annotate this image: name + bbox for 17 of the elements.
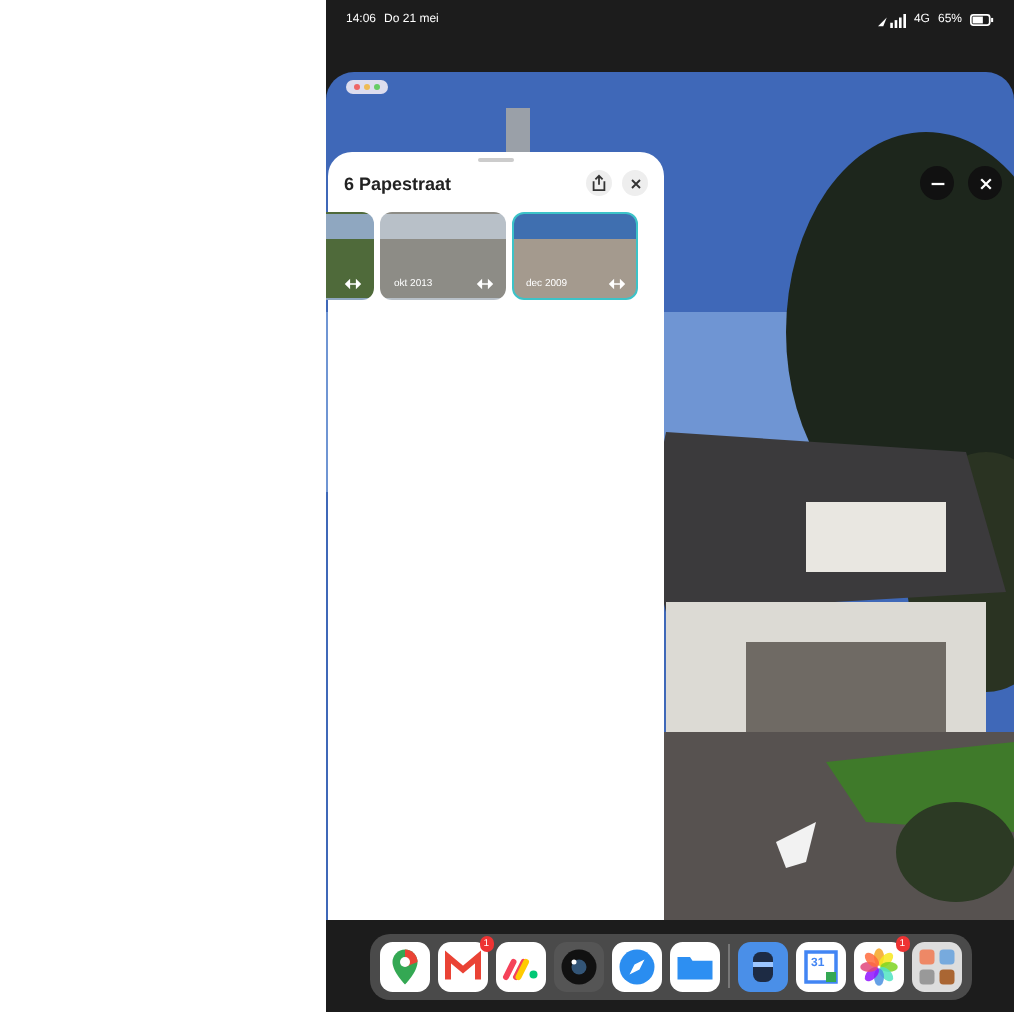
files-app-icon[interactable] [669, 941, 719, 991]
place-title: 6 Papestraat [344, 173, 454, 193]
drag-handle[interactable] [478, 158, 514, 162]
share-button[interactable] [586, 170, 612, 196]
swap-arrows-icon [344, 278, 362, 290]
close-icon [977, 175, 993, 191]
battery-icon [970, 14, 994, 26]
maps-app-icon[interactable] [379, 941, 429, 991]
window-controls-icon[interactable] [346, 80, 388, 94]
share-icon [590, 174, 608, 192]
swap-arrows-icon [608, 278, 626, 290]
safari-app-icon[interactable] [611, 941, 661, 991]
swap-arrows-icon [476, 278, 494, 290]
close-icon [627, 175, 643, 191]
close-button[interactable] [622, 170, 648, 196]
signal-icon [877, 14, 906, 28]
folder-app-icon[interactable] [911, 941, 961, 991]
